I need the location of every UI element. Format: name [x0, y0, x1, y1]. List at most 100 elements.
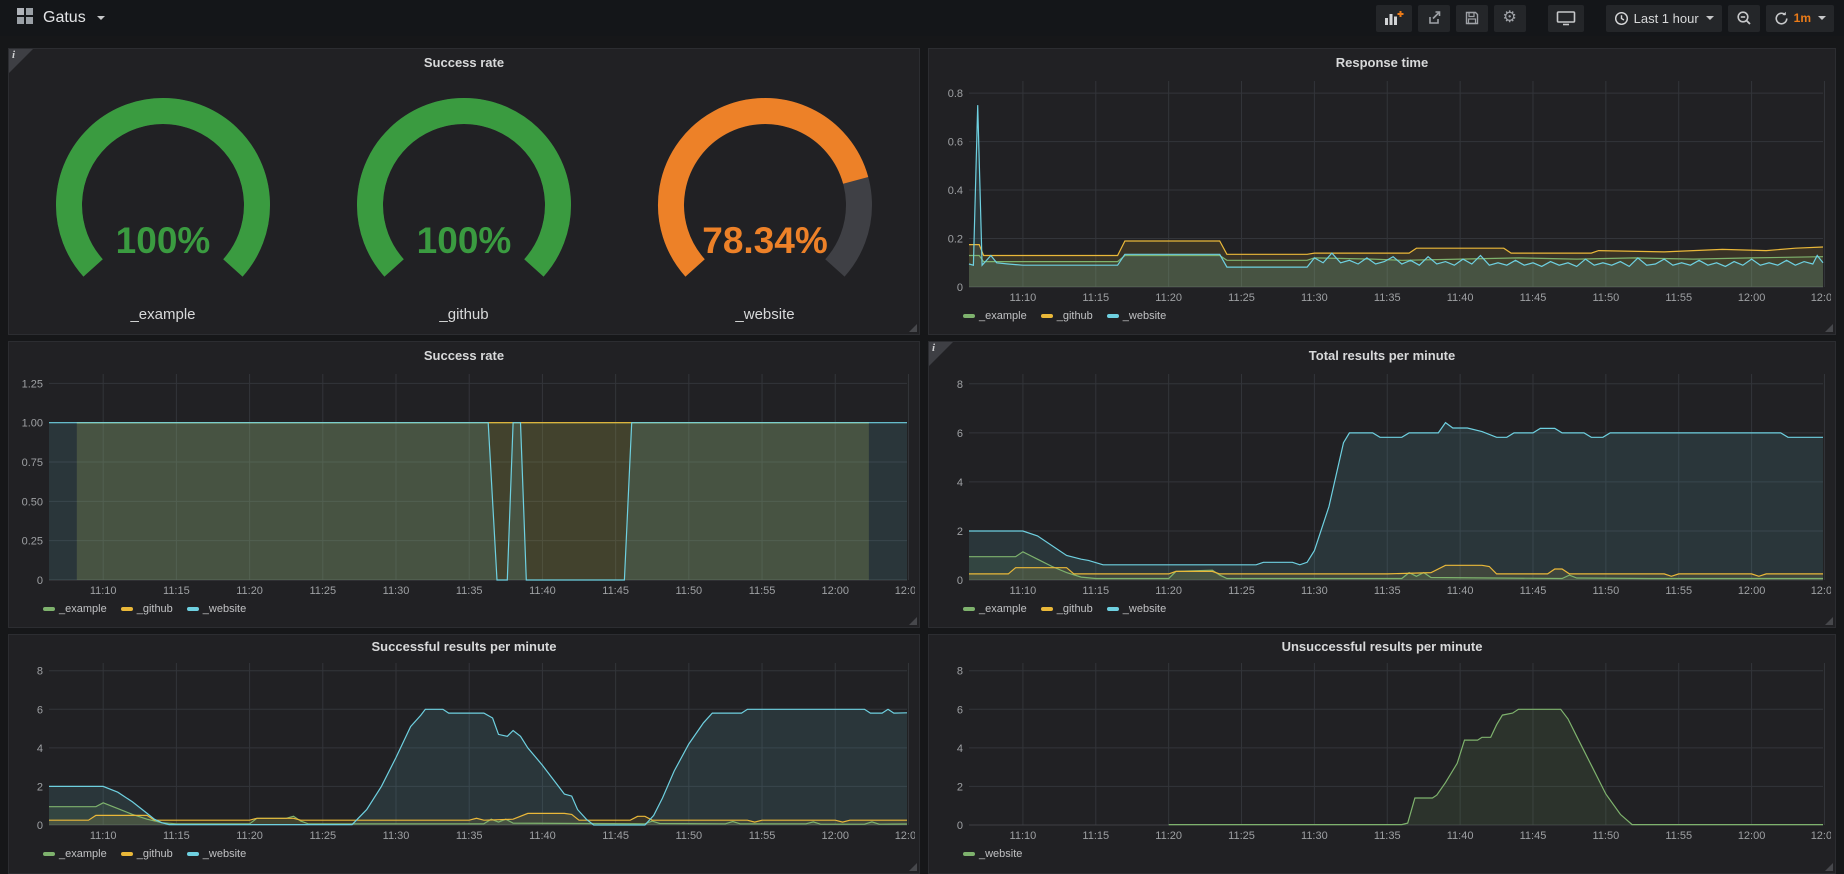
- svg-text:0: 0: [957, 575, 963, 587]
- svg-text:11:20: 11:20: [1155, 292, 1182, 304]
- svg-text:11:20: 11:20: [1155, 585, 1182, 597]
- gauge-label: _example: [129, 306, 195, 323]
- svg-text:11:25: 11:25: [1228, 585, 1255, 597]
- svg-text:12:00: 12:00: [1738, 585, 1766, 597]
- legend-label: _example: [59, 848, 107, 860]
- panel-title[interactable]: Success rate: [15, 49, 913, 75]
- svg-text:11:40: 11:40: [1447, 585, 1474, 597]
- legend-item-_website[interactable]: _website: [187, 848, 246, 860]
- legend-swatch: [1041, 607, 1053, 611]
- grid-icon[interactable]: [16, 7, 34, 30]
- chart-legend: _example _github _website: [43, 603, 913, 615]
- save-button[interactable]: [1456, 5, 1488, 32]
- svg-text:4: 4: [957, 743, 963, 755]
- svg-text:2: 2: [957, 781, 963, 793]
- legend-swatch: [43, 607, 55, 611]
- svg-text:0: 0: [37, 575, 43, 587]
- svg-text:11:30: 11:30: [383, 830, 410, 842]
- legend-label: _website: [979, 848, 1022, 860]
- svg-text:11:30: 11:30: [1301, 292, 1328, 304]
- unsuccessful-results-chart[interactable]: 11:1011:1511:2011:2511:3011:3511:4011:45…: [935, 657, 1831, 845]
- svg-text:12:00: 12:00: [821, 585, 849, 597]
- svg-text:11:40: 11:40: [1447, 292, 1474, 304]
- share-button[interactable]: [1418, 5, 1450, 32]
- svg-text:11:25: 11:25: [1228, 830, 1255, 842]
- legend-label: _github: [137, 603, 173, 615]
- legend-item-_website[interactable]: _website: [963, 848, 1022, 860]
- svg-text:12:00: 12:00: [1738, 292, 1766, 304]
- legend-item-_example[interactable]: _example: [43, 848, 107, 860]
- svg-text:11:40: 11:40: [1447, 830, 1474, 842]
- add-panel-button[interactable]: [1376, 5, 1412, 32]
- panel-title[interactable]: Response time: [935, 49, 1829, 75]
- legend-item-_example[interactable]: _example: [963, 310, 1027, 322]
- gauge-label: _website: [734, 306, 794, 323]
- legend-item-_website[interactable]: _website: [1107, 310, 1166, 322]
- magnifier-minus-icon: [1736, 10, 1752, 26]
- legend-swatch: [121, 852, 133, 856]
- gauge-value: 100%: [116, 220, 211, 261]
- legend-item-_website[interactable]: _website: [187, 603, 246, 615]
- svg-text:0.25: 0.25: [22, 536, 43, 548]
- legend-swatch: [963, 314, 975, 318]
- svg-text:8: 8: [957, 666, 963, 678]
- svg-text:11:15: 11:15: [1082, 830, 1109, 842]
- success-rate-chart[interactable]: 11:1011:1511:2011:2511:3011:3511:4011:45…: [15, 368, 915, 600]
- legend-swatch: [963, 607, 975, 611]
- legend-swatch: [1107, 607, 1119, 611]
- legend-item-_example[interactable]: _example: [963, 603, 1027, 615]
- dashboard-title-group[interactable]: Gatus: [10, 7, 105, 30]
- response-time-chart[interactable]: 11:1011:1511:2011:2511:3011:3511:4011:45…: [935, 75, 1831, 307]
- panel-successful-results: Successful results per minute 11:1011:15…: [8, 634, 920, 874]
- panel-info-icon[interactable]: i: [9, 49, 33, 73]
- panel-title[interactable]: Success rate: [15, 342, 913, 368]
- navbar: Gatus: [0, 0, 1844, 36]
- refresh-button[interactable]: 1m: [1766, 5, 1834, 32]
- svg-text:11:45: 11:45: [1520, 830, 1547, 842]
- svg-text:4: 4: [37, 743, 43, 755]
- panel-title[interactable]: Successful results per minute: [15, 635, 913, 657]
- svg-text:11:35: 11:35: [1374, 830, 1401, 842]
- legend-label: _website: [1123, 603, 1166, 615]
- legend-item-_github[interactable]: _github: [1041, 603, 1093, 615]
- panel-title-text: Successful results per minute: [372, 639, 557, 654]
- legend-label: _example: [59, 603, 107, 615]
- successful-results-chart[interactable]: 11:1011:1511:2011:2511:3011:3511:4011:45…: [15, 657, 915, 845]
- svg-text:11:55: 11:55: [1665, 585, 1692, 597]
- svg-text:12:05: 12:05: [895, 585, 915, 597]
- settings-button[interactable]: ⚙: [1494, 5, 1526, 32]
- svg-text:11:50: 11:50: [675, 830, 702, 842]
- legend-item-_github[interactable]: _github: [121, 603, 173, 615]
- dashboard-title[interactable]: Gatus: [43, 9, 86, 27]
- time-range-label: Last 1 hour: [1634, 11, 1699, 26]
- svg-text:12:00: 12:00: [1738, 830, 1766, 842]
- time-range-picker[interactable]: Last 1 hour: [1606, 5, 1722, 32]
- legend-item-_website[interactable]: _website: [1107, 603, 1166, 615]
- gauge-_example: 100% _example: [15, 75, 311, 331]
- panel-info-icon[interactable]: i: [929, 342, 953, 366]
- zoom-out-button[interactable]: [1728, 5, 1760, 32]
- panel-title[interactable]: Unsuccessful results per minute: [935, 635, 1829, 657]
- legend-label: _website: [203, 848, 246, 860]
- svg-text:12:05: 12:05: [895, 830, 915, 842]
- gauge-label: _github: [438, 306, 488, 323]
- legend-item-_github[interactable]: _github: [121, 848, 173, 860]
- panel-title-text: Total results per minute: [1309, 348, 1455, 363]
- total-results-chart[interactable]: 11:1011:1511:2011:2511:3011:3511:4011:45…: [935, 368, 1831, 600]
- svg-text:11:25: 11:25: [309, 585, 336, 597]
- svg-text:6: 6: [37, 704, 43, 716]
- navbar-actions: ⚙ Last 1 hour: [1376, 5, 1834, 32]
- cycle-view-button[interactable]: [1548, 5, 1584, 32]
- bar-chart-plus-icon: [1384, 10, 1404, 26]
- legend-item-_github[interactable]: _github: [1041, 310, 1093, 322]
- legend-label: _website: [203, 603, 246, 615]
- gauge-value: 100%: [417, 220, 512, 261]
- panel-title[interactable]: Total results per minute: [935, 342, 1829, 368]
- legend-item-_example[interactable]: _example: [43, 603, 107, 615]
- legend-swatch: [43, 852, 55, 856]
- svg-text:11:45: 11:45: [602, 830, 629, 842]
- svg-text:2: 2: [957, 526, 963, 538]
- svg-text:0.8: 0.8: [948, 88, 963, 100]
- svg-text:11:50: 11:50: [1592, 292, 1619, 304]
- panel-title-text: Response time: [1336, 55, 1428, 70]
